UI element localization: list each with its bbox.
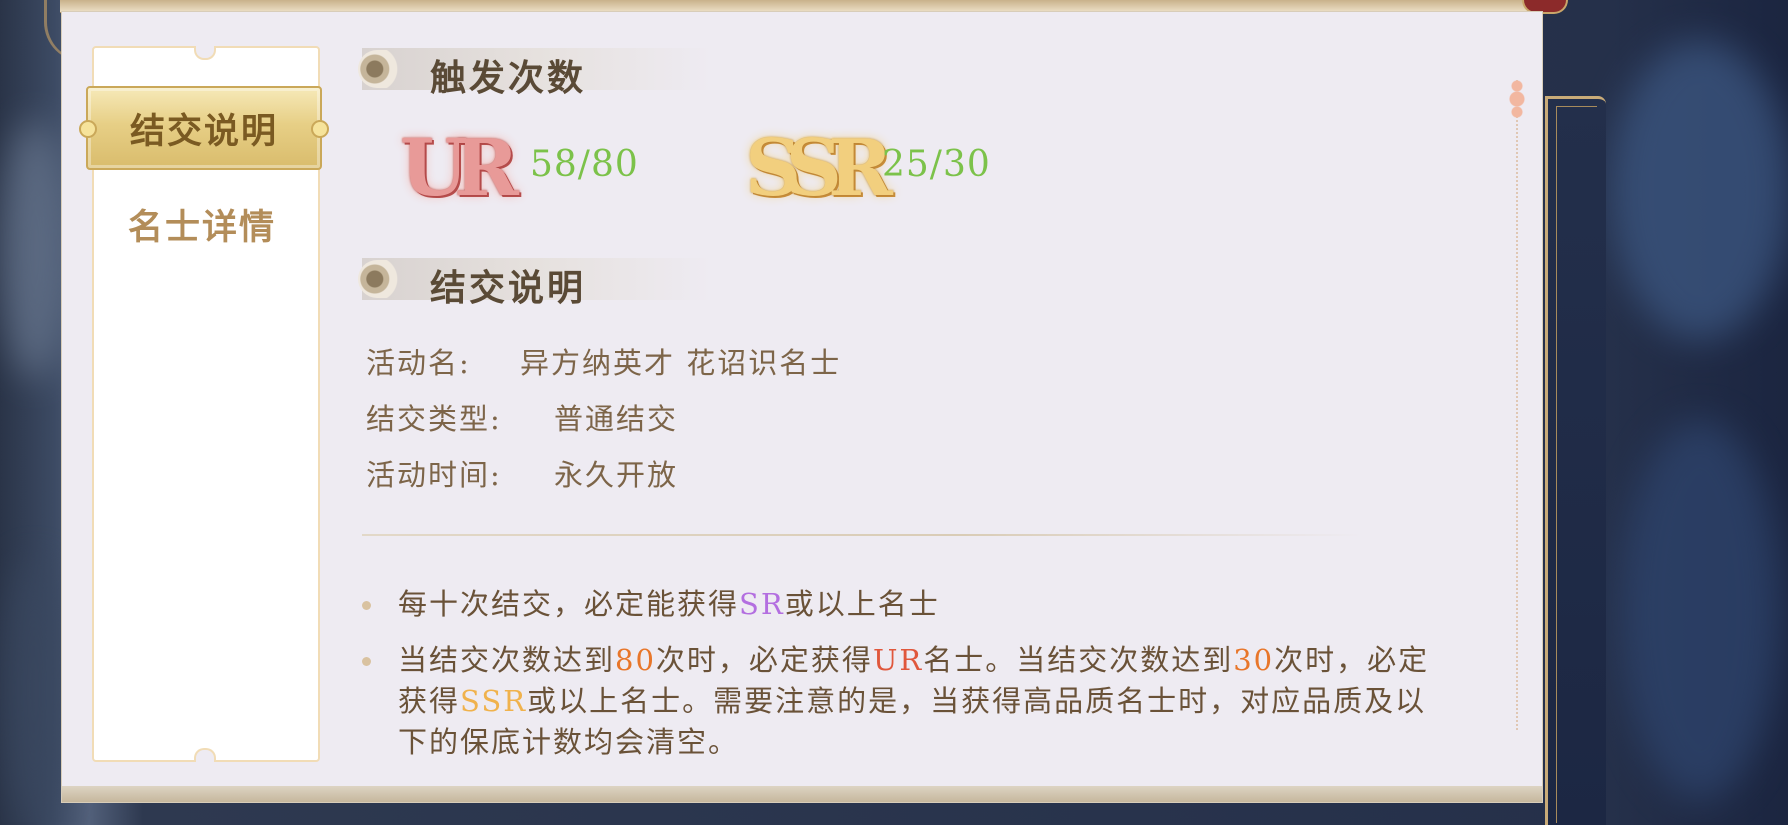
panel-bottom-border: [62, 786, 1542, 802]
sidebar-notch-top: [194, 46, 216, 60]
rule-text-part: 每十次结交，必定能获得: [398, 587, 740, 621]
rarity-sr-label: SR: [739, 587, 785, 621]
sidebar-notch-bottom: [194, 748, 216, 762]
rule-text-part: 或以上名士。需要注意的是，当获得高品质名士时，对应品质及以下的保底计数均会清空。: [398, 684, 1427, 759]
scrollbar-thumb[interactable]: [1509, 78, 1525, 120]
pity-number: 30: [1233, 643, 1275, 677]
info-row-activity-time: 活动时间: 永久开放: [366, 452, 676, 494]
divider: [362, 534, 1362, 536]
info-label: 活动时间:: [366, 458, 502, 492]
section-header-friendship-info: 结交说明: [358, 258, 712, 309]
info-label: 结交类型:: [366, 402, 502, 436]
info-label: 活动名:: [366, 346, 471, 380]
ssr-rarity-icon: SSR: [745, 123, 893, 214]
section-title: 触发次数: [430, 57, 587, 99]
rule-text-part: 名士。当结交次数达到: [923, 643, 1234, 677]
bullet-dot-icon: [362, 601, 371, 610]
tab-label: 结交说明: [129, 110, 278, 152]
info-value: 普通结交: [554, 402, 679, 436]
info-value: 永久开放: [554, 458, 679, 492]
ur-rarity-icon: UR: [400, 123, 519, 214]
tab-knob-right-icon: [311, 120, 329, 138]
section-header-trigger-count: 触发次数: [358, 48, 712, 99]
tab-knob-left-icon: [79, 120, 97, 138]
ur-pity-count: 58/80: [530, 144, 639, 185]
bullet-dot-icon: [362, 657, 371, 666]
info-row-friendship-type: 结交类型: 普通结交: [366, 396, 676, 438]
rule-text-part: 或以上名士: [784, 587, 940, 621]
tab-label: 名士详情: [127, 206, 276, 248]
rarity-ssr-label: SSR: [460, 684, 528, 718]
scroll-ornament-icon: [358, 260, 414, 298]
ssr-pity-count: 25/30: [882, 144, 991, 185]
rule-text-part: 当结交次数达到: [398, 643, 616, 677]
pity-number: 80: [615, 643, 656, 677]
scroll-ornament-icon: [358, 50, 414, 88]
rule-text: 当结交次数达到80次时，必定获得UR名士。当结交次数达到30次时，必定获得SSR…: [398, 640, 1448, 763]
tab-hero-details[interactable]: 名士详情: [86, 184, 318, 264]
rule-text: 每十次结交，必定能获得SR或以上名士: [398, 584, 1448, 625]
rarity-ur-label: UR: [872, 643, 924, 677]
info-value: 异方纳英才 花诏识名士: [520, 346, 842, 380]
scrollbar-track[interactable]: [1516, 80, 1526, 730]
section-title: 结交说明: [430, 267, 587, 309]
tab-friendship-info[interactable]: 结交说明: [79, 86, 329, 170]
info-row-activity-name: 活动名: 异方纳英才 花诏识名士: [366, 340, 839, 382]
rule-text-part: 次时，必定获得: [655, 643, 873, 677]
background-frame-inner: [1556, 106, 1597, 823]
